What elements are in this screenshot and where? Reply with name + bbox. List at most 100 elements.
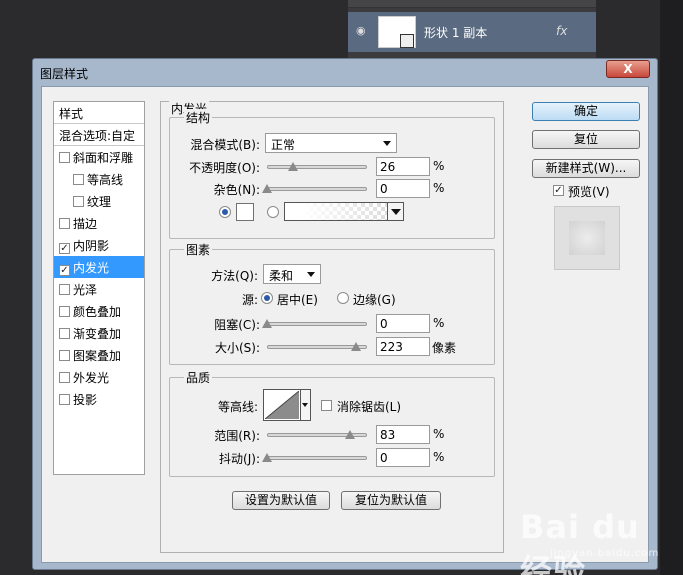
- style-item-label: 外发光: [73, 371, 110, 385]
- layers-panel: ◉ 形状 1 副本 fx: [348, 0, 596, 60]
- style-checkbox[interactable]: [59, 328, 70, 339]
- blend-mode-select[interactable]: 正常: [265, 133, 397, 153]
- structure-group: 结构 混合模式(B): 正常 不透明度(O): 26 % 杂色(N): 0 %: [169, 109, 495, 239]
- glow-color-swatch[interactable]: [236, 203, 254, 221]
- style-checkbox[interactable]: [59, 372, 70, 383]
- dialog-titlebar[interactable]: 图层样式 X: [33, 59, 657, 85]
- dialog-client: 样式 混合选项:自定 斜面和浮雕等高线纹理 描边 ✓ 内阴影 ✓ 内发光 光泽颜色叠加渐变叠…: [41, 86, 649, 563]
- technique-value: 柔和: [269, 269, 294, 283]
- source-label: 源:: [241, 293, 258, 307]
- slider-thumb[interactable]: [262, 319, 272, 328]
- style-checkbox[interactable]: [59, 152, 70, 163]
- new-style-button[interactable]: 新建样式(W)...: [532, 159, 640, 178]
- gradient-radio[interactable]: [267, 206, 279, 218]
- mask-thumbnail-icon: [400, 34, 414, 48]
- style-list-item[interactable]: ✓ 内阴影: [54, 234, 144, 256]
- noise-slider[interactable]: [262, 183, 367, 195]
- style-list-item[interactable]: 图案叠加: [54, 344, 144, 366]
- ok-button[interactable]: 确定: [532, 102, 640, 121]
- gradient-preview: [285, 203, 385, 220]
- style-list-item[interactable]: 斜面和浮雕: [54, 146, 144, 168]
- style-list-item[interactable]: 纹理: [54, 190, 144, 212]
- jitter-slider[interactable]: [262, 452, 367, 464]
- slider-track: [267, 322, 367, 326]
- style-item-label: 图案叠加: [73, 349, 122, 363]
- style-checkbox[interactable]: ✓: [59, 243, 70, 254]
- style-preview: [554, 206, 620, 270]
- slider-track: [267, 456, 367, 460]
- technique-label: 方法(Q):: [211, 269, 258, 283]
- range-input[interactable]: 83: [376, 425, 430, 444]
- style-checkbox[interactable]: [59, 394, 70, 405]
- style-list-item[interactable]: 投影: [54, 388, 144, 410]
- elements-group: 图素 方法(Q): 柔和 源: 居中(E) 边缘(G) 阻塞(C): 0 % 大…: [169, 241, 495, 365]
- style-list-item[interactable]: 渐变叠加: [54, 322, 144, 344]
- fx-icon[interactable]: fx: [556, 24, 567, 38]
- reset-default-button[interactable]: 复位为默认值: [341, 491, 441, 510]
- percent-label: %: [433, 427, 445, 441]
- style-checkbox[interactable]: ✓: [59, 265, 70, 276]
- style-list-item[interactable]: 光泽: [54, 278, 144, 300]
- layer-row[interactable]: ◉ 形状 1 副本 fx: [348, 12, 596, 52]
- style-list-item[interactable]: ✓ 内发光: [54, 256, 144, 278]
- style-list-item[interactable]: 描边: [54, 212, 144, 234]
- contour-picker[interactable]: [263, 389, 301, 421]
- slider-track: [267, 187, 367, 191]
- chevron-down-icon[interactable]: [387, 203, 403, 220]
- solid-color-radio[interactable]: [219, 206, 231, 218]
- slider-thumb[interactable]: [262, 453, 272, 462]
- opacity-input[interactable]: 26: [376, 157, 430, 176]
- source-center-radio[interactable]: [261, 292, 273, 304]
- style-checkbox[interactable]: [73, 174, 84, 185]
- make-default-button[interactable]: 设置为默认值: [232, 491, 330, 510]
- layer-style-dialog: 图层样式 X 样式 混合选项:自定 斜面和浮雕等高线纹理 描边 ✓ 内阴影 ✓ 内发光 光泽…: [32, 58, 658, 570]
- choke-input[interactable]: 0: [376, 314, 430, 333]
- opacity-slider[interactable]: [267, 161, 367, 173]
- chevron-down-icon[interactable]: [301, 389, 311, 421]
- quality-group: 品质 等高线: 消除锯齿(L) 范围(R): 83 % 抖动(J): 0 %: [169, 369, 495, 477]
- antialias-checkbox[interactable]: [321, 400, 332, 411]
- style-item-label: 颜色叠加: [73, 305, 122, 319]
- blend-mode-label: 混合模式(B):: [190, 138, 260, 152]
- source-center-label: 居中(E): [277, 293, 318, 307]
- noise-input[interactable]: 0: [376, 179, 430, 198]
- percent-label: %: [433, 450, 445, 464]
- style-list-item[interactable]: 外发光: [54, 366, 144, 388]
- range-slider[interactable]: [267, 429, 367, 441]
- elements-title: 图素: [184, 241, 213, 258]
- style-item-label: 等高线: [87, 173, 124, 187]
- slider-thumb[interactable]: [262, 184, 272, 193]
- source-edge-label: 边缘(G): [353, 293, 396, 307]
- source-edge-radio[interactable]: [337, 292, 349, 304]
- pixels-label: 像素: [432, 341, 457, 355]
- slider-thumb[interactable]: [345, 430, 355, 439]
- antialias-label: 消除锯齿(L): [337, 400, 402, 414]
- gradient-picker[interactable]: [284, 202, 404, 221]
- eye-icon[interactable]: ◉: [356, 24, 370, 37]
- close-button[interactable]: X: [606, 60, 650, 78]
- size-input[interactable]: 223: [376, 337, 430, 356]
- blend-options-item[interactable]: 混合选项:自定: [54, 124, 144, 146]
- percent-label: %: [433, 181, 445, 195]
- slider-thumb[interactable]: [351, 342, 361, 351]
- structure-title: 结构: [184, 109, 213, 126]
- preview-checkbox[interactable]: ✓: [553, 185, 564, 196]
- chevron-down-icon: [383, 141, 391, 146]
- style-checkbox[interactable]: [59, 218, 70, 229]
- choke-slider[interactable]: [262, 318, 367, 330]
- choke-label: 阻塞(C):: [214, 318, 260, 332]
- style-checkbox[interactable]: [73, 196, 84, 207]
- style-list-header[interactable]: 样式: [54, 102, 144, 124]
- technique-select[interactable]: 柔和: [263, 264, 321, 284]
- style-checkbox[interactable]: [59, 350, 70, 361]
- slider-thumb[interactable]: [288, 162, 298, 171]
- style-list-item[interactable]: 等高线: [54, 168, 144, 190]
- style-checkbox[interactable]: [59, 306, 70, 317]
- size-slider[interactable]: [267, 341, 367, 353]
- style-checkbox[interactable]: [59, 284, 70, 295]
- jitter-input[interactable]: 0: [376, 448, 430, 467]
- style-list-item[interactable]: 颜色叠加: [54, 300, 144, 322]
- reset-button[interactable]: 复位: [532, 130, 640, 149]
- style-item-label: 渐变叠加: [73, 327, 122, 341]
- percent-label: %: [433, 316, 445, 330]
